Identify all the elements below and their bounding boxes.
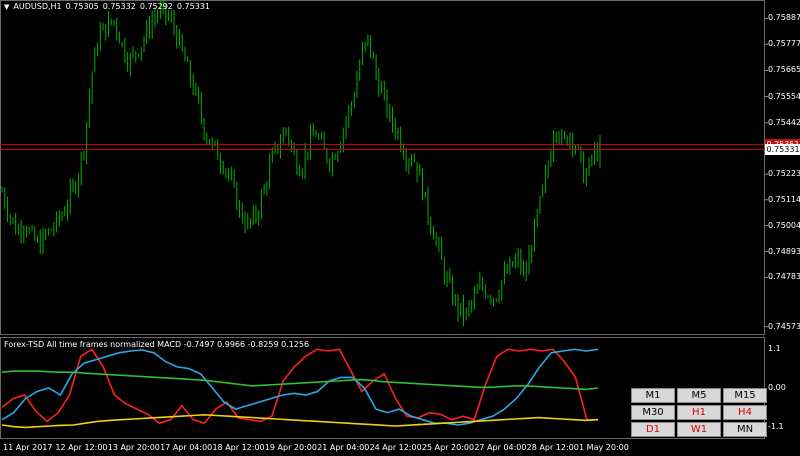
price-tick-label: 0.75887 [768,13,800,23]
timeframe-panel: M1 M5 M15 M30 H1 H4 D1 W1 MN [631,388,767,437]
timeframe-button-m15[interactable]: M15 [723,388,767,403]
indicator-tick-label: 0.00 [768,383,786,392]
symbol-open: 0.75305 [65,2,99,11]
time-tick-label: 11 Apr 2017 [3,443,53,452]
timeframe-button-w1[interactable]: W1 [677,422,721,437]
price-pane-frame [0,0,765,335]
indicator-tick-label: -1.1 [768,421,784,431]
symbol-info: ▼ AUDUSD,H1 0.75305 0.75332 0.75292 0.75… [4,2,210,11]
price-series [1,0,601,327]
symbol-name: AUDUSD,H1 [13,2,62,11]
time-tick-label: 18 Apr 12:00 [212,443,265,452]
price-tick-label: 0.74783 [768,272,800,282]
price-tick-label: 0.74573 [768,321,800,331]
price-tick-label: 0.74893 [768,246,800,256]
time-tick-label: 21 Apr 04:00 [317,443,370,452]
time-tick-label: 25 Apr 20:00 [421,443,475,452]
price-tick-label: 0.75777 [768,39,800,49]
time-tick-label: 27 Apr 04:00 [474,443,527,452]
timeframe-button-d1[interactable]: D1 [631,422,675,437]
time-tick-label: 17 Apr 04:00 [160,443,213,452]
price-tick-label: 0.75665 [768,65,800,75]
timeframe-button-h4[interactable]: H4 [723,405,767,420]
price-tick-label: 0.75554 [768,91,800,101]
time-tick-label: 24 Apr 12:00 [369,443,422,452]
indicator-label: Forex-TSD All time frames normalized MAC… [4,340,310,349]
current-price-badge: 0.75331 [765,143,800,155]
indicator-series [1,348,599,429]
indicator-line-yellow [1,413,599,429]
time-tick-label: 1 May 20:00 [579,443,629,452]
timeframe-button-m30[interactable]: M30 [631,405,675,420]
time-tick-label: 28 Apr 12:00 [526,443,579,452]
timeframe-button-mn[interactable]: MN [723,422,767,437]
symbol-low: 0.75292 [139,2,173,11]
time-tick-label: 12 Apr 12:00 [55,443,108,452]
timeframe-button-m1[interactable]: M1 [631,388,675,403]
price-tick-label: 0.75442 [768,117,800,127]
time-tick-label: 13 Apr 20:00 [107,443,160,452]
indicator-line-green [1,370,599,391]
timeframe-button-m5[interactable]: M5 [677,388,721,403]
price-tick-label: 0.75114 [768,194,800,204]
symbol-high: 0.75332 [102,2,136,11]
price-tick-label: 0.75004 [768,220,800,230]
symbol-triangle-icon[interactable]: ▼ [4,3,9,11]
price-tick-label: 0.75223 [768,169,800,179]
timeframe-button-h1[interactable]: H1 [677,405,721,420]
indicator-tick-label: 1.1 [768,344,781,354]
time-tick-label: 19 Apr 20:00 [264,443,317,452]
symbol-close: 0.75331 [176,2,210,11]
